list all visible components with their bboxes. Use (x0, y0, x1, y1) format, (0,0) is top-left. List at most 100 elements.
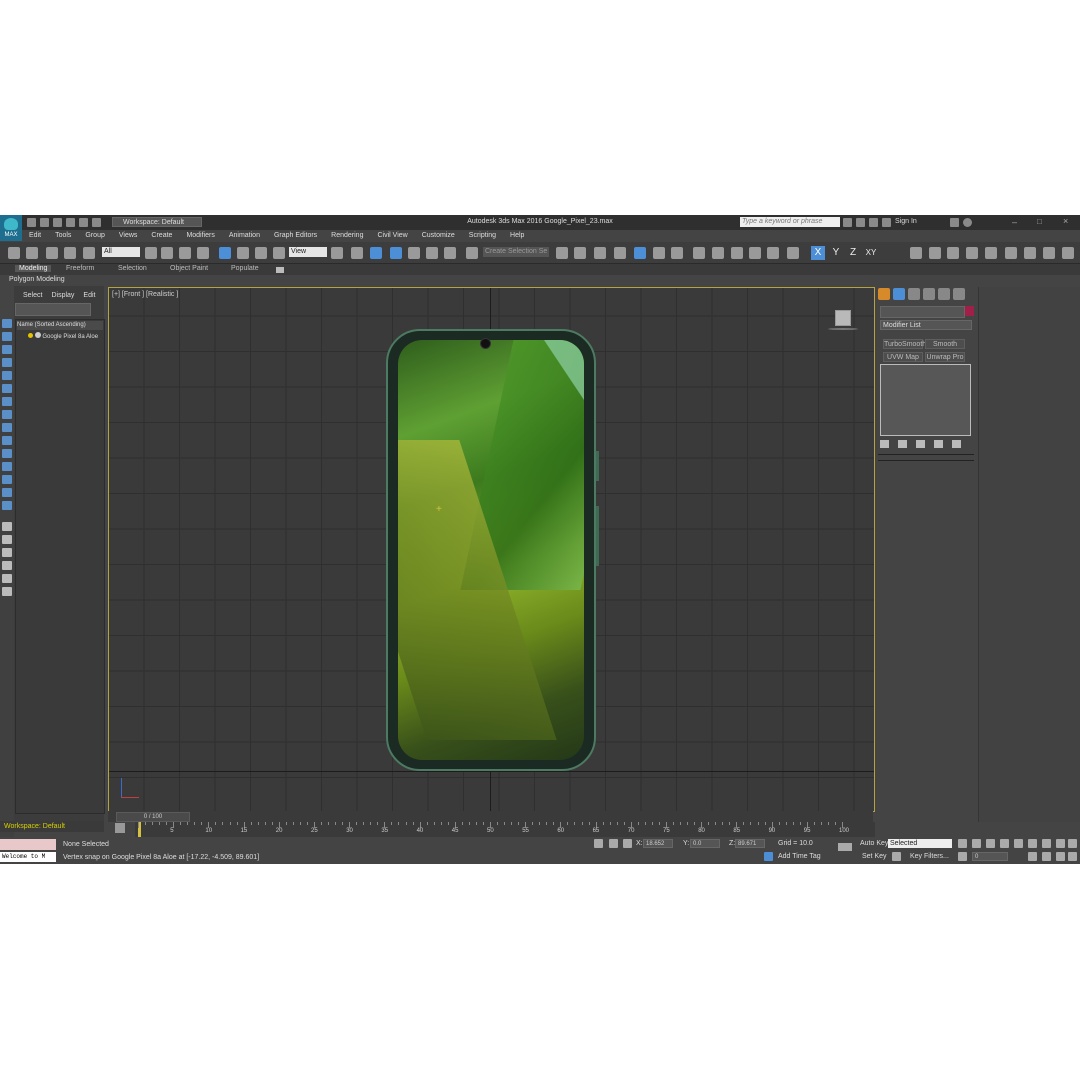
absolute-mode-icon[interactable] (623, 839, 632, 848)
auto-key-button[interactable]: Auto Key (860, 840, 888, 847)
tab-modeling[interactable]: Modeling (15, 265, 52, 272)
schematic-view-icon[interactable] (671, 247, 683, 259)
field-of-view-icon[interactable] (1028, 852, 1037, 861)
pivot-center-icon[interactable] (331, 247, 343, 259)
keyboard-shortcut-icon[interactable] (370, 247, 382, 259)
utilities-tab-icon[interactable] (953, 288, 965, 300)
modifier-list-dropdown[interactable]: Modifier List (880, 320, 972, 330)
select-rotate-icon[interactable] (237, 247, 249, 259)
menu-views[interactable]: Views (112, 230, 145, 242)
axis-x-button[interactable]: X (811, 246, 825, 260)
spinner-snap-icon[interactable] (444, 247, 456, 259)
hierarchy-icon[interactable] (2, 574, 12, 583)
x-coordinate-field[interactable]: 18.652 (643, 839, 673, 848)
menu-tools[interactable]: Tools (48, 230, 78, 242)
motion-tab-icon[interactable] (923, 288, 935, 300)
star-icon[interactable] (869, 218, 878, 227)
search-input[interactable]: Type a keyword or phrase (740, 217, 840, 227)
redo-icon[interactable] (26, 247, 38, 259)
lock-icon[interactable] (594, 839, 603, 848)
menu-scripting[interactable]: Scripting (462, 230, 503, 242)
menu-group[interactable]: Group (78, 230, 111, 242)
light-bulb-icon[interactable] (1005, 247, 1017, 259)
viewcube-icon[interactable] (828, 310, 858, 330)
menu-edit[interactable]: Edit (22, 230, 48, 242)
smooth-button[interactable]: Smooth (925, 339, 965, 349)
select-place-icon[interactable] (273, 247, 285, 259)
menu-graph-editors[interactable]: Graph Editors (267, 230, 324, 242)
key-icon[interactable] (838, 843, 852, 851)
timeline[interactable]: 5 10 15 20 25 30 35 40 45 50 55 60 65 70 75 80 85 90 95 100 (135, 822, 875, 837)
time-slider[interactable]: 0 / 100 (116, 812, 190, 822)
menu-civil-view[interactable]: Civil View (370, 230, 414, 242)
layer-icon[interactable] (2, 587, 12, 596)
close-icon[interactable]: × (1063, 216, 1068, 226)
key-mode-toggle-icon[interactable] (958, 852, 967, 861)
axis-y-button[interactable]: Y (830, 246, 842, 260)
sketch-icon[interactable] (947, 247, 959, 259)
welcome-text[interactable]: Welcome to M (0, 852, 56, 862)
display-tab-icon[interactable] (938, 288, 950, 300)
y-coordinate-field[interactable]: 0.0 (690, 839, 720, 848)
a360-icon[interactable] (787, 247, 799, 259)
containers-icon[interactable] (985, 247, 997, 259)
show-end-result-icon[interactable] (898, 440, 907, 448)
select-invert-icon[interactable] (2, 548, 12, 557)
select-none-icon[interactable] (2, 535, 12, 544)
z-coordinate-field[interactable]: 89.671 (735, 839, 765, 848)
scene-tab-edit[interactable]: Edit (83, 292, 95, 299)
hierarchy-tab-icon[interactable] (908, 288, 920, 300)
snaps-toggle-icon[interactable] (390, 247, 402, 259)
zoom-all-icon[interactable] (1042, 839, 1051, 848)
scene-filter-input[interactable] (15, 303, 91, 316)
zoom-extents-icon[interactable] (1056, 839, 1065, 848)
polygon-modeling-label[interactable]: Polygon Modeling (9, 276, 65, 283)
named-selection-set-dropdown[interactable]: Create Selection Se (483, 247, 549, 257)
select-move-icon[interactable] (219, 247, 231, 259)
display-lights-icon[interactable] (2, 358, 12, 367)
window-crossing-icon[interactable] (197, 247, 209, 259)
percent-snap-icon[interactable] (426, 247, 438, 259)
rendered-frame-icon[interactable] (731, 247, 743, 259)
make-unique-icon[interactable] (916, 440, 925, 448)
menu-animation[interactable]: Animation (222, 230, 267, 242)
viewport-front[interactable]: [+] [Front ] [Realistic ] + (108, 287, 875, 812)
scene-state-icon[interactable] (966, 247, 978, 259)
sort-header[interactable]: Name (Sorted Ascending) (17, 321, 103, 330)
user-icon[interactable] (882, 218, 891, 227)
light-bulb-icon[interactable] (28, 333, 33, 338)
display-hidden-icon[interactable] (2, 475, 12, 484)
remove-modifier-icon[interactable] (934, 440, 943, 448)
material-editor-icon[interactable] (693, 247, 705, 259)
display-space-warps-icon[interactable] (2, 397, 12, 406)
modifier-stack[interactable] (880, 364, 971, 436)
render-icon[interactable] (749, 247, 761, 259)
go-to-end-icon[interactable] (1014, 839, 1023, 848)
display-frozen-icon[interactable] (2, 462, 12, 471)
key-filter-selection-dropdown[interactable]: Selected (888, 839, 952, 848)
ribbon-toggle-icon[interactable] (276, 267, 284, 273)
select-all-icon[interactable] (2, 522, 12, 531)
display-shapes-icon[interactable] (2, 345, 12, 354)
scene-tab-display[interactable]: Display (51, 292, 74, 299)
zoom-icon[interactable] (1028, 839, 1037, 848)
select-manipulate-icon[interactable] (351, 247, 363, 259)
modify-tab-icon[interactable] (893, 288, 905, 300)
display-containers-icon[interactable] (2, 449, 12, 458)
add-time-tag-button[interactable]: Add Time Tag (778, 853, 821, 860)
timeline-mini-icon[interactable] (115, 823, 125, 833)
orbit-icon[interactable] (1056, 852, 1065, 861)
pan-icon[interactable] (1042, 852, 1051, 861)
menu-help[interactable]: Help (503, 230, 531, 242)
minimize-icon[interactable]: – (1012, 217, 1017, 227)
reference-coordinate-dropdown[interactable]: View (289, 247, 327, 257)
menu-customize[interactable]: Customize (415, 230, 462, 242)
curve-editor-icon[interactable] (653, 247, 665, 259)
help-icon[interactable] (963, 218, 972, 227)
link-icon[interactable] (46, 247, 58, 259)
display-geometry-icon[interactable] (2, 332, 12, 341)
rectangular-selection-icon[interactable] (179, 247, 191, 259)
create-tab-icon[interactable] (878, 288, 890, 300)
maximize-icon[interactable]: □ (1037, 217, 1042, 226)
isolate-icon[interactable] (609, 839, 618, 848)
